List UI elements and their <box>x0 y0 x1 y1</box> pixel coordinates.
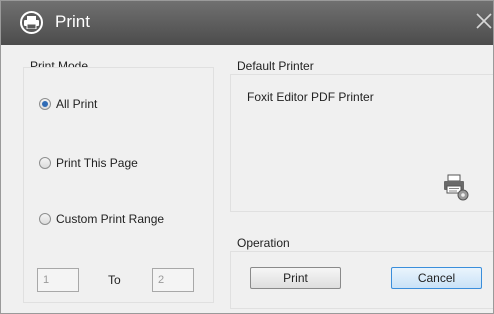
radio-label-custom-print-range: Custom Print Range <box>56 212 165 226</box>
range-from-input[interactable]: 1 <box>37 268 79 292</box>
radio-label-all-print: All Print <box>56 97 98 111</box>
title-bar[interactable]: Print <box>1 1 493 45</box>
radio-custom-print-range[interactable]: Custom Print Range <box>39 212 164 226</box>
printer-settings-icon[interactable] <box>443 174 471 205</box>
radio-label-print-this-page: Print This Page <box>56 156 138 170</box>
default-printer-label: Default Printer <box>237 59 314 73</box>
print-icon <box>20 11 43 34</box>
radio-print-this-page[interactable]: Print This Page <box>39 156 138 170</box>
radio-button[interactable] <box>39 213 51 225</box>
radio-button[interactable] <box>39 157 51 169</box>
operation-label: Operation <box>237 236 290 250</box>
range-to-label: To <box>108 273 121 287</box>
cancel-button[interactable]: Cancel <box>391 267 482 289</box>
print-dialog: Print Print Mode All Print Print This Pa… <box>0 0 494 314</box>
close-icon[interactable] <box>473 9 493 35</box>
radio-all-print[interactable]: All Print <box>39 97 97 111</box>
range-to-input[interactable]: 2 <box>152 268 194 292</box>
printer-name: Foxit Editor PDF Printer <box>247 90 374 104</box>
window-title: Print <box>55 12 90 31</box>
radio-button-checked[interactable] <box>39 98 51 110</box>
print-button[interactable]: Print <box>250 267 341 289</box>
